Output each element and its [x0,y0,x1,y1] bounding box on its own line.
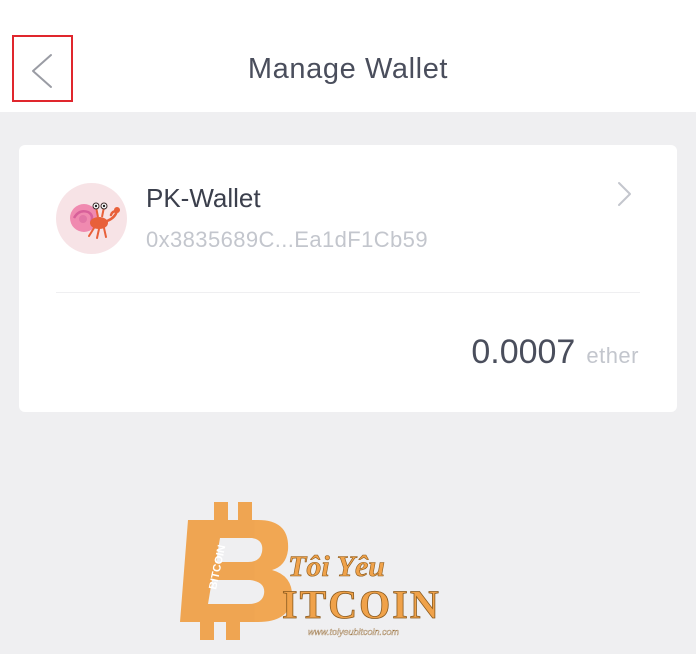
watermark-logo: BITCOIN Tôi Yêu ITCOIN www.toiyeubitcoin… [180,498,500,648]
watermark-line1: Tôi Yêu [288,550,385,583]
balance-value: 0.0007 [471,333,576,371]
chevron-right-icon[interactable] [615,181,633,207]
balance-unit: ether [586,343,639,368]
wallet-card[interactable]: PK-Wallet 0x3835689C...Ea1dF1Cb59 0.0007… [19,145,677,412]
wallet-address: 0x3835689C...Ea1dF1Cb59 [146,227,428,252]
navigation-header: Manage Wallet [0,0,696,112]
bitcoin-watermark-icon: BITCOIN Tôi Yêu ITCOIN www.toiyeubitcoin… [180,502,441,640]
page-title: Manage Wallet [247,53,449,85]
watermark-url: www.toiyeubitcoin.com [308,627,400,637]
divider [56,292,640,293]
wallet-avatar [56,183,127,254]
watermark-line2: ITCOIN [282,582,441,627]
hermit-crab-icon [70,202,120,239]
balance-row: 0.0007 ether [471,333,639,372]
wallet-name: PK-Wallet [146,183,261,213]
